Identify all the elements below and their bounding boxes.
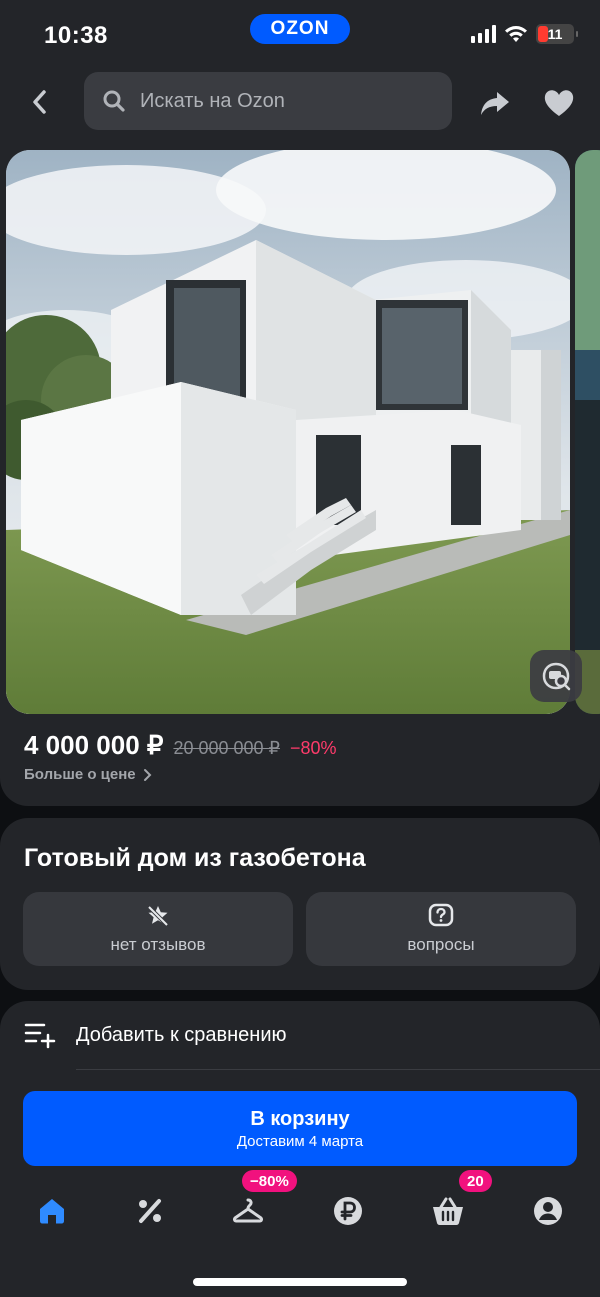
top-navigation: Искать на Ozon bbox=[0, 70, 600, 140]
compare-list-icon bbox=[24, 1023, 56, 1049]
profile-icon bbox=[534, 1197, 562, 1225]
back-button[interactable] bbox=[24, 86, 56, 118]
product-image[interactable] bbox=[6, 150, 570, 714]
home-icon bbox=[40, 1199, 64, 1224]
cart-button-label: В корзину bbox=[250, 1107, 350, 1130]
battery-indicator: 11 bbox=[536, 24, 578, 44]
question-icon bbox=[428, 903, 454, 927]
delivery-date: Доставим 4 марта bbox=[236, 1132, 364, 1150]
battery-level: 11 bbox=[547, 26, 563, 42]
hanger-icon bbox=[232, 1198, 264, 1223]
add-to-cart-button[interactable]: В корзину Доставим 4 марта bbox=[23, 1091, 577, 1166]
visual-search-icon bbox=[542, 662, 571, 691]
next-image-preview[interactable] bbox=[575, 150, 600, 714]
price-details-label: Больше о цене bbox=[24, 766, 136, 783]
chevron-right-icon bbox=[143, 768, 152, 781]
price-details-link[interactable]: Больше о цене bbox=[24, 766, 152, 783]
wifi-icon bbox=[505, 26, 527, 42]
status-time: 10:38 bbox=[44, 22, 108, 49]
share-icon bbox=[481, 92, 509, 115]
reviews-label: нет отзывов bbox=[110, 935, 206, 954]
old-price: 20 000 000 ₽ bbox=[173, 738, 280, 758]
compare-label: Добавить к сравнению bbox=[76, 1023, 287, 1046]
no-rating-star-icon bbox=[147, 905, 169, 927]
tab-fresh-badge: −80% bbox=[242, 1170, 297, 1192]
basket-icon bbox=[433, 1197, 463, 1225]
price-row: 4 000 000 ₽ 20 000 000 ₽ −80% bbox=[24, 730, 337, 761]
share-button[interactable] bbox=[478, 86, 512, 120]
discount-percent: −80% bbox=[289, 738, 337, 758]
bottom-action-panel: Добавить к сравнению В корзину Доставим … bbox=[0, 1001, 600, 1297]
ozon-logo: OZON bbox=[250, 14, 350, 44]
tab-cart-badge: 20 bbox=[459, 1170, 492, 1192]
house-photo bbox=[6, 150, 570, 714]
percent-icon bbox=[139, 1199, 161, 1223]
tab-fresh[interactable] bbox=[218, 1186, 278, 1236]
questions-button[interactable]: вопросы bbox=[306, 892, 576, 966]
reviews-button[interactable]: нет отзывов bbox=[23, 892, 293, 966]
product-title: Готовый дом из газобетона bbox=[24, 844, 366, 872]
chevron-left-icon bbox=[33, 90, 46, 114]
search-bar[interactable]: Искать на Ozon bbox=[84, 72, 452, 130]
divider bbox=[76, 1069, 600, 1070]
visual-search-button[interactable] bbox=[530, 650, 582, 702]
next-photo bbox=[575, 150, 600, 714]
tab-discounts[interactable] bbox=[120, 1186, 180, 1236]
status-icons: 11 bbox=[471, 24, 578, 44]
cellular-signal-icon bbox=[471, 25, 496, 43]
heart-icon bbox=[544, 90, 574, 116]
tab-home[interactable] bbox=[22, 1186, 82, 1236]
search-icon bbox=[103, 90, 125, 112]
tab-cart[interactable] bbox=[418, 1186, 478, 1236]
current-price: 4 000 000 ₽ bbox=[24, 730, 164, 760]
product-card: 4 000 000 ₽ 20 000 000 ₽ −80% Больше о ц… bbox=[0, 140, 600, 806]
product-info-card: Готовый дом из газобетона нет отзывов во… bbox=[0, 818, 600, 990]
home-indicator bbox=[193, 1278, 407, 1286]
tab-profile[interactable] bbox=[518, 1186, 578, 1236]
tab-finance[interactable] bbox=[318, 1186, 378, 1236]
favorite-button[interactable] bbox=[542, 86, 576, 120]
screen: 10:38 OZON 11 Искать на Ozon 4 000 000 ₽… bbox=[0, 0, 600, 1297]
bottom-tab-bar: −80% 20 bbox=[0, 1170, 600, 1246]
search-placeholder: Искать на Ozon bbox=[140, 89, 285, 112]
add-to-compare[interactable]: Добавить к сравнению bbox=[24, 1021, 287, 1049]
ruble-icon bbox=[334, 1197, 362, 1225]
questions-label: вопросы bbox=[407, 935, 475, 954]
status-bar: 10:38 OZON 11 bbox=[0, 0, 600, 70]
